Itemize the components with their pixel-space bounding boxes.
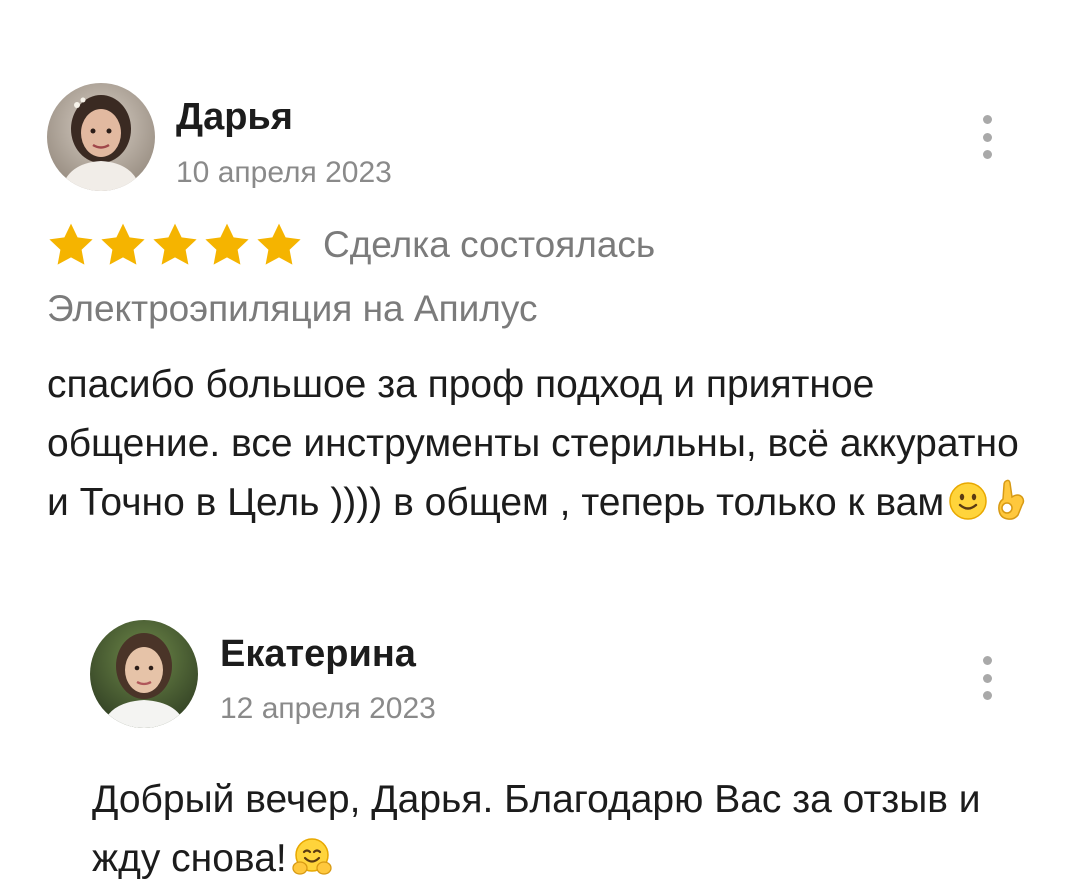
star-icon	[47, 222, 95, 268]
more-vertical-icon-dot	[982, 691, 992, 700]
ok-hand-emoji	[992, 477, 1028, 521]
more-vertical-icon-dot	[982, 132, 992, 142]
reply-author-avatar[interactable]	[90, 620, 198, 728]
more-vertical-icon-dot	[982, 115, 992, 124]
author-avatar[interactable]	[47, 83, 155, 191]
service-name[interactable]: Электроэпиляция на Апилус	[47, 288, 537, 330]
more-vertical-icon-dot	[982, 150, 992, 159]
rating-stars	[47, 222, 303, 268]
deal-status: Сделка состоялась	[323, 224, 656, 265]
review-date: 10 апреля 2023	[176, 156, 392, 189]
reply-text: Добрый вечер, Дарья. Благодарю Вас за от…	[92, 770, 1052, 888]
reply-text-body: Добрый вечер, Дарья. Благодарю Вас за от…	[92, 778, 981, 880]
star-icon	[203, 222, 251, 268]
reply-author-name[interactable]: Екатерина	[220, 633, 416, 676]
more-vertical-icon-dot	[982, 673, 992, 683]
review-more-button[interactable]	[972, 115, 1002, 159]
avatar-photo-woman-icon	[47, 83, 155, 191]
hugging-face-emoji	[291, 837, 333, 877]
review-text-body: спасибо большое за проф подход и приятно…	[47, 363, 1019, 524]
star-icon	[151, 222, 199, 268]
avatar-photo-woman-icon	[90, 620, 198, 728]
more-vertical-icon-dot	[982, 656, 992, 665]
review-text: спасибо большое за проф подход и приятно…	[47, 355, 1047, 532]
reply-more-button[interactable]	[972, 656, 1002, 700]
star-icon	[99, 222, 147, 268]
slightly-smiling-face-emoji	[948, 481, 988, 521]
reply-date: 12 апреля 2023	[220, 692, 436, 725]
author-name[interactable]: Дарья	[176, 96, 293, 139]
star-icon	[255, 222, 303, 268]
